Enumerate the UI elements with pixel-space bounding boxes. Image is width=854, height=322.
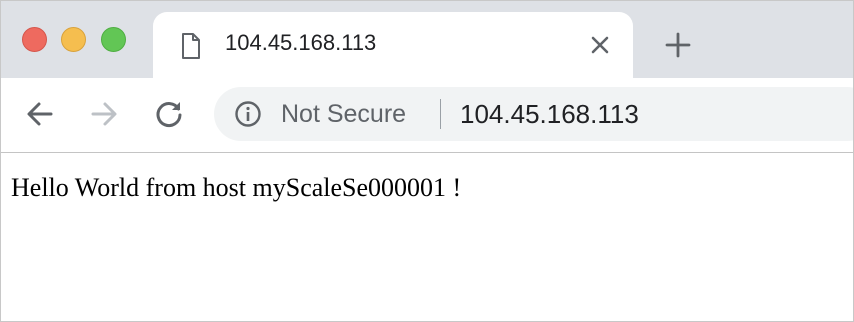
address-bar[interactable]: Not Secure 104.45.168.113 — [214, 87, 853, 141]
page-content: Hello World from host myScaleSe000001 ! — [1, 153, 853, 321]
new-tab-plus-icon[interactable] — [665, 32, 691, 58]
active-tab[interactable]: 104.45.168.113 — [153, 12, 633, 78]
browser-toolbar: Not Secure 104.45.168.113 — [1, 78, 853, 152]
page-body-text: Hello World from host myScaleSe000001 ! — [11, 173, 462, 202]
tab-strip: 104.45.168.113 — [1, 1, 853, 78]
close-tab-icon[interactable] — [589, 34, 611, 56]
security-status-text[interactable]: Not Secure — [281, 100, 406, 129]
window-close-button[interactable] — [22, 27, 47, 52]
forward-arrow-icon[interactable] — [87, 97, 121, 131]
tab-title: 104.45.168.113 — [225, 30, 377, 55]
file-icon — [182, 33, 200, 59]
url-text[interactable]: 104.45.168.113 — [460, 99, 639, 130]
browser-window: 104.45.168.113 Not Secure 104.45.168.113… — [0, 0, 854, 322]
info-icon[interactable] — [234, 100, 262, 128]
back-arrow-icon[interactable] — [23, 97, 57, 131]
address-bar-divider — [440, 99, 441, 129]
reload-icon[interactable] — [152, 97, 186, 131]
window-maximize-button[interactable] — [101, 27, 126, 52]
window-minimize-button[interactable] — [61, 27, 86, 52]
